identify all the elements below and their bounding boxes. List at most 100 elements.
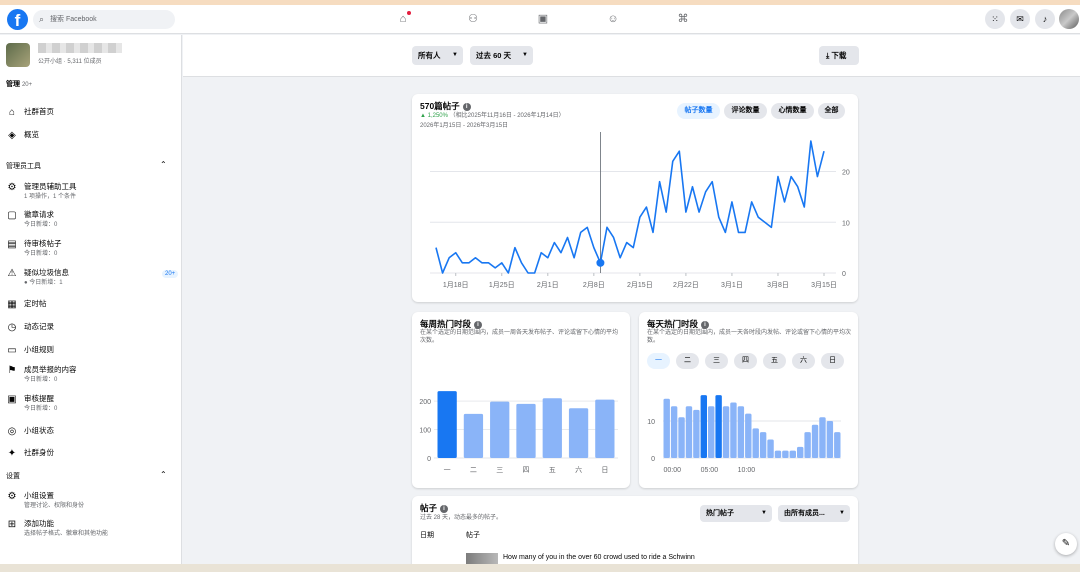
- bar: [745, 413, 752, 458]
- day-button-sun[interactable]: 日: [821, 353, 844, 369]
- sidebar-item-sub: 1 项操作，1 个条件: [24, 194, 77, 200]
- tab-comment-count[interactable]: 评论数量: [724, 103, 767, 119]
- sidebar-item-sub: 今日新增：0: [24, 406, 58, 412]
- sidebar-item-rules[interactable]: ▭ 小组规则: [6, 343, 178, 363]
- day-button-fri[interactable]: 五: [763, 353, 786, 369]
- friends-icon[interactable]: ⚇: [465, 11, 481, 27]
- sidebar-item-sub: 今日新增：0: [24, 377, 58, 383]
- x-tick-label: 2月15日: [627, 281, 653, 289]
- sort-dropdown[interactable]: 热门帖子 ▼: [700, 505, 772, 522]
- sidebar-item-badge-requests[interactable]: ▢ 徽章请求 今日新增：0: [6, 208, 178, 228]
- info-icon[interactable]: i: [701, 321, 710, 329]
- sidebar-item-label: 小组状态: [24, 426, 54, 435]
- tab-post-count[interactable]: 帖子数量: [677, 103, 720, 119]
- bar: [708, 406, 715, 458]
- search-placeholder: 搜索 Facebook: [50, 16, 97, 23]
- audience-value: 所有人: [418, 51, 441, 60]
- admin-sidebar: 公开小组 · 5,311 位成员 管理 20+ ⌂ 社群首页 ◈ 概览 管理员工…: [0, 35, 182, 568]
- bar: [670, 406, 678, 458]
- sidebar-item-add-features[interactable]: ⊞ 添加功能 选择帖子格式、徽章和其他功能: [6, 517, 178, 537]
- posts-list-title-row: 帖子 i: [420, 502, 449, 514]
- sidebar-item-spam[interactable]: ⚠ 疑似垃圾信息 ● 今日新增：1 20+: [6, 266, 179, 286]
- sidebar-item-moderation-alerts[interactable]: ▣ 审核提醒 今日新增：0: [6, 392, 178, 412]
- bar: [759, 432, 767, 458]
- manage-heading: 管理 20+: [6, 79, 32, 89]
- alert-icon: ▣: [7, 394, 17, 405]
- sidebar-item-group-status[interactable]: ◎ 小组状态: [6, 424, 178, 444]
- bar: [730, 402, 737, 458]
- x-tick-label: 3月1日: [721, 281, 743, 289]
- bar: [737, 406, 745, 458]
- tab-reaction-count[interactable]: 心情数量: [771, 103, 814, 119]
- bar: [782, 450, 789, 458]
- posts-list-desc: 过去 28 天，动态最多的帖子。: [420, 515, 503, 521]
- compose-edit-icon[interactable]: ✎: [1055, 533, 1077, 555]
- group-thumbnail[interactable]: [6, 43, 30, 67]
- bar: [819, 417, 826, 458]
- post-title[interactable]: How many of you in the over 60 crowd use…: [503, 554, 695, 562]
- gaming-icon[interactable]: ⌘: [675, 11, 691, 27]
- caret-down-icon: ▼: [522, 52, 528, 58]
- day-button-wed[interactable]: 三: [705, 353, 728, 369]
- profile-avatar[interactable]: [1059, 9, 1079, 29]
- sidebar-item-admin-assist[interactable]: ⚙ 管理员辅助工具 1 项操作，1 个条件: [6, 180, 178, 200]
- tab-all[interactable]: 全部: [818, 103, 845, 119]
- audience-dropdown[interactable]: 所有人 ▼: [412, 46, 463, 65]
- x-tick-label: 三: [496, 466, 503, 474]
- chevron-up-icon[interactable]: ⌃: [160, 160, 167, 169]
- video-icon[interactable]: ▣: [535, 11, 551, 27]
- group-name-blurred[interactable]: [38, 43, 122, 53]
- day-button-sat[interactable]: 六: [792, 353, 815, 369]
- sidebar-item-activity-log[interactable]: ◷ 动态记录: [6, 320, 178, 340]
- sidebar-item-label: 定时帖: [24, 299, 47, 308]
- notifications-icon[interactable]: ♪: [1035, 9, 1055, 29]
- messenger-icon[interactable]: ✉: [1010, 9, 1030, 29]
- post-thumbnail[interactable]: [466, 553, 498, 564]
- group-meta: 公开小组 · 5,311 位成员: [38, 59, 102, 65]
- daily-title: 每天热门时段: [647, 319, 699, 329]
- bar: [715, 395, 722, 458]
- count-badge: 20+: [162, 270, 179, 278]
- status-icon: ◎: [7, 426, 17, 437]
- x-tick-label: 1月18日: [443, 281, 469, 289]
- sidebar-item-sub: 今日新增：0: [24, 251, 58, 257]
- sidebar-item-community-identity[interactable]: ✦ 社群身份: [6, 446, 178, 466]
- x-tick-label: 二: [470, 467, 477, 474]
- chevron-up-icon[interactable]: ⌃: [160, 470, 167, 479]
- x-tick-label: 五: [549, 466, 556, 474]
- info-icon[interactable]: i: [474, 321, 483, 329]
- bar: [826, 421, 834, 458]
- home-icon[interactable]: ⌂: [395, 11, 411, 27]
- sidebar-item-pending-posts[interactable]: ▤ 待审核帖子 今日新增：0: [6, 237, 178, 257]
- day-button-tue[interactable]: 二: [676, 353, 699, 369]
- settings-heading: 设置: [6, 473, 20, 480]
- day-button-mon[interactable]: 一: [647, 353, 670, 369]
- weekly-title: 每周热门时段: [420, 319, 472, 329]
- x-tick-label: 2月8日: [583, 281, 605, 289]
- x-tick-label: 05:00: [701, 467, 719, 474]
- info-icon[interactable]: i: [462, 103, 471, 111]
- period-dropdown[interactable]: 过去 60 天 ▼: [470, 46, 533, 65]
- bar: [490, 401, 510, 458]
- menu-grid-icon[interactable]: ⁙: [985, 9, 1005, 29]
- sidebar-item-home[interactable]: ⌂ 社群首页: [6, 105, 178, 125]
- day-button-thu[interactable]: 四: [734, 353, 757, 369]
- groups-icon[interactable]: ☺: [605, 11, 621, 27]
- sidebar-item-group-settings[interactable]: ⚙ 小组设置 管理讨论、权限和身份: [6, 489, 178, 509]
- y-tick-label: 0: [842, 271, 846, 278]
- author-filter-dropdown[interactable]: 由所有成员... ▼: [778, 505, 850, 522]
- facebook-logo-icon[interactable]: f: [7, 9, 28, 30]
- download-button[interactable]: ⤓ 下载: [819, 46, 859, 65]
- bar: [700, 395, 707, 458]
- sidebar-item-label: 动态记录: [24, 322, 54, 331]
- sidebar-item-reported[interactable]: ⚑ 成员举报的内容 今日新增：0: [6, 363, 178, 383]
- sidebar-item-overview[interactable]: ◈ 概览: [6, 128, 178, 148]
- bar: [678, 417, 685, 458]
- author-filter-value: 由所有成员...: [784, 510, 825, 517]
- search-input[interactable]: ⌕ 搜索 Facebook: [33, 10, 175, 29]
- y-tick-label: 0: [427, 456, 431, 463]
- bar: [595, 399, 615, 458]
- info-icon[interactable]: i: [440, 505, 449, 513]
- y-tick-label: 10: [842, 220, 850, 227]
- sidebar-item-scheduled[interactable]: ▦ 定时帖: [6, 297, 178, 317]
